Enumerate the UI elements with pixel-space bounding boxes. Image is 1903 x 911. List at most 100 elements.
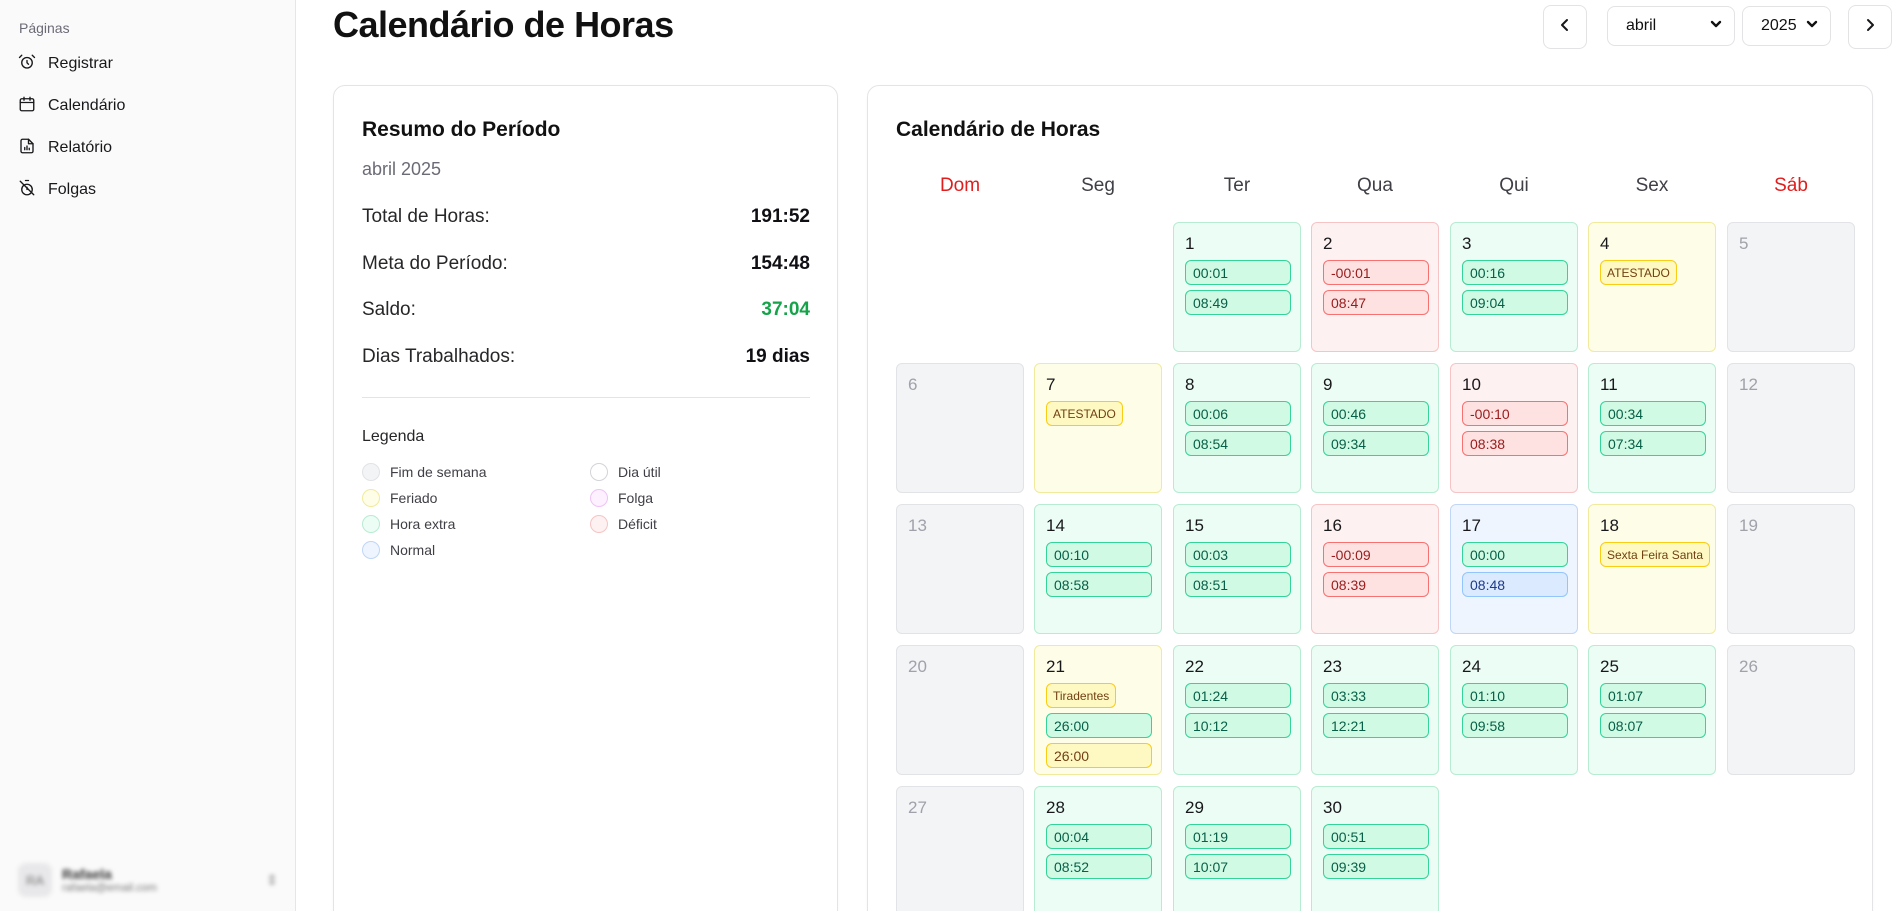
- calendar-day-27[interactable]: 27: [896, 786, 1024, 911]
- legend-label: Déficit: [618, 516, 657, 532]
- divider: [362, 397, 810, 398]
- legend-item-day-off: Folga: [590, 489, 653, 507]
- calendar-day-2[interactable]: 2 -00:01 08:47: [1311, 222, 1439, 352]
- day-number: 10: [1462, 375, 1481, 394]
- next-month-button[interactable]: [1848, 5, 1892, 49]
- month-select[interactable]: abril: [1607, 6, 1735, 46]
- stat-label: Dias Trabalhados:: [362, 346, 516, 367]
- day-number: 24: [1462, 657, 1481, 676]
- day-number: 13: [908, 516, 927, 535]
- calendar-day-22[interactable]: 22 01:24 10:12: [1173, 645, 1301, 775]
- day-number: 28: [1046, 798, 1065, 817]
- balance-chip: 00:06: [1185, 401, 1291, 426]
- balance-chip: 00:01: [1185, 260, 1291, 285]
- prev-month-button[interactable]: [1543, 5, 1587, 49]
- stat-value: 191:52: [750, 206, 810, 227]
- sidebar-item-folgas[interactable]: Folgas: [18, 175, 96, 205]
- stat-label: Total de Horas:: [362, 206, 490, 227]
- calendar-day-13[interactable]: 13: [896, 504, 1024, 634]
- worked-hours-chip: 08:52: [1046, 854, 1152, 879]
- calendar-day-5[interactable]: 5: [1727, 222, 1855, 352]
- worked-hours-chip: 26:00: [1046, 743, 1152, 768]
- calendar-day-14[interactable]: 14 00:10 08:58: [1034, 504, 1162, 634]
- balance-chip: 00:51: [1323, 824, 1429, 849]
- sidebar: Páginas Registrar Calendário Relatório F…: [0, 0, 296, 911]
- day-number: 23: [1323, 657, 1342, 676]
- legend-item-weekend: Fim de semana: [362, 463, 486, 481]
- calendar-card: Calendário de Horas Dom Seg Ter Qua Qui Sex Sá…: [867, 85, 1873, 911]
- calendar-day-28[interactable]: 28 00:04 08:52: [1034, 786, 1162, 911]
- worked-hours-chip: 08:54: [1185, 431, 1291, 456]
- year-select[interactable]: 2025: [1742, 6, 1831, 46]
- stat-period-goal: Meta do Período: 154:48: [362, 253, 810, 275]
- legend-swatch: [362, 489, 380, 507]
- calendar-day-7[interactable]: 7 ATESTADO: [1034, 363, 1162, 493]
- calendar-day-20[interactable]: 20: [896, 645, 1024, 775]
- day-tag: ATESTADO: [1046, 401, 1123, 426]
- calendar-day-26[interactable]: 26: [1727, 645, 1855, 775]
- day-number: 26: [1739, 657, 1758, 676]
- calendar-day-17[interactable]: 17 00:00 08:48: [1450, 504, 1578, 634]
- calendar-day-16[interactable]: 16 -00:09 08:39: [1311, 504, 1439, 634]
- chevron-right-icon: [1862, 17, 1878, 38]
- calendar-day-30[interactable]: 30 00:51 09:39: [1311, 786, 1439, 911]
- day-number: 4: [1600, 234, 1610, 253]
- day-number: 16: [1323, 516, 1342, 535]
- calendar-title: Calendário de Horas: [896, 118, 1101, 141]
- worked-hours-chip: 08:39: [1323, 572, 1429, 597]
- legend-label: Folga: [618, 490, 654, 506]
- day-number: 12: [1739, 375, 1758, 394]
- day-number: 18: [1600, 516, 1619, 535]
- legend-swatch: [362, 515, 380, 533]
- legend-title: Legenda: [362, 428, 425, 445]
- balance-chip: 01:07: [1600, 683, 1706, 708]
- day-tag: ATESTADO: [1600, 260, 1677, 285]
- calendar-day-3[interactable]: 3 00:16 09:04: [1450, 222, 1578, 352]
- worked-hours-chip: 08:07: [1600, 713, 1706, 738]
- day-number: 22: [1185, 657, 1204, 676]
- calendar-day-24[interactable]: 24 01:10 09:58: [1450, 645, 1578, 775]
- legend-label: Dia útil: [618, 464, 661, 480]
- sidebar-item-label: Relatório: [48, 139, 113, 156]
- legend-item-workday: Dia útil: [590, 463, 661, 481]
- balance-chip: 00:16: [1462, 260, 1568, 285]
- calendar-day-23[interactable]: 23 03:33 12:21: [1311, 645, 1439, 775]
- weekday-header-seg: Seg: [1081, 175, 1115, 196]
- sidebar-item-registrar[interactable]: Registrar: [18, 49, 113, 79]
- day-number: 29: [1185, 798, 1204, 817]
- calendar-day-15[interactable]: 15 00:03 08:51: [1173, 504, 1301, 634]
- day-number: 8: [1185, 375, 1195, 394]
- calendar-day-21[interactable]: 21 Tiradentes 26:00 26:00: [1034, 645, 1162, 775]
- worked-hours-chip: 12:21: [1323, 713, 1429, 738]
- calendar-day-9[interactable]: 9 00:46 09:34: [1311, 363, 1439, 493]
- chevron-down-icon: [1806, 17, 1818, 35]
- sidebar-item-relatorio[interactable]: Relatório: [18, 133, 112, 163]
- balance-chip: 00:10: [1046, 542, 1152, 567]
- day-number: 15: [1185, 516, 1204, 535]
- calendar-day-18[interactable]: 18 Sexta Feira Santa: [1588, 504, 1716, 634]
- balance-chip: 00:34: [1600, 401, 1706, 426]
- alarm-clock-icon: [18, 53, 36, 76]
- calendar-day-12[interactable]: 12: [1727, 363, 1855, 493]
- stat-days-worked: Dias Trabalhados: 19 dias: [362, 346, 810, 368]
- calendar-day-25[interactable]: 25 01:07 08:07: [1588, 645, 1716, 775]
- balance-chip: -00:10: [1462, 401, 1568, 426]
- weekday-header-dom: Dom: [939, 175, 981, 196]
- user-menu[interactable]: RA Rafaela rafaela@email.com ⇕: [18, 862, 278, 898]
- stat-value: 37:04: [761, 299, 810, 320]
- day-number: 9: [1323, 375, 1333, 394]
- calendar-day-1[interactable]: 1 00:01 08:49: [1173, 222, 1301, 352]
- calendar-day-4[interactable]: 4 ATESTADO: [1588, 222, 1716, 352]
- calendar-day-8[interactable]: 8 00:06 08:54: [1173, 363, 1301, 493]
- calendar-day-6[interactable]: 6: [896, 363, 1024, 493]
- legend-swatch: [590, 515, 608, 533]
- calendar-day-11[interactable]: 11 00:34 07:34: [1588, 363, 1716, 493]
- sidebar-item-label: Folgas: [48, 181, 97, 198]
- calendar-day-19[interactable]: 19: [1727, 504, 1855, 634]
- balance-chip: 00:04: [1046, 824, 1152, 849]
- sidebar-item-calendario[interactable]: Calendário: [18, 91, 125, 121]
- calendar-day-10[interactable]: 10 -00:10 08:38: [1450, 363, 1578, 493]
- worked-hours-chip: 10:07: [1185, 854, 1291, 879]
- day-number: 11: [1600, 375, 1618, 394]
- calendar-day-29[interactable]: 29 01:19 10:07: [1173, 786, 1301, 911]
